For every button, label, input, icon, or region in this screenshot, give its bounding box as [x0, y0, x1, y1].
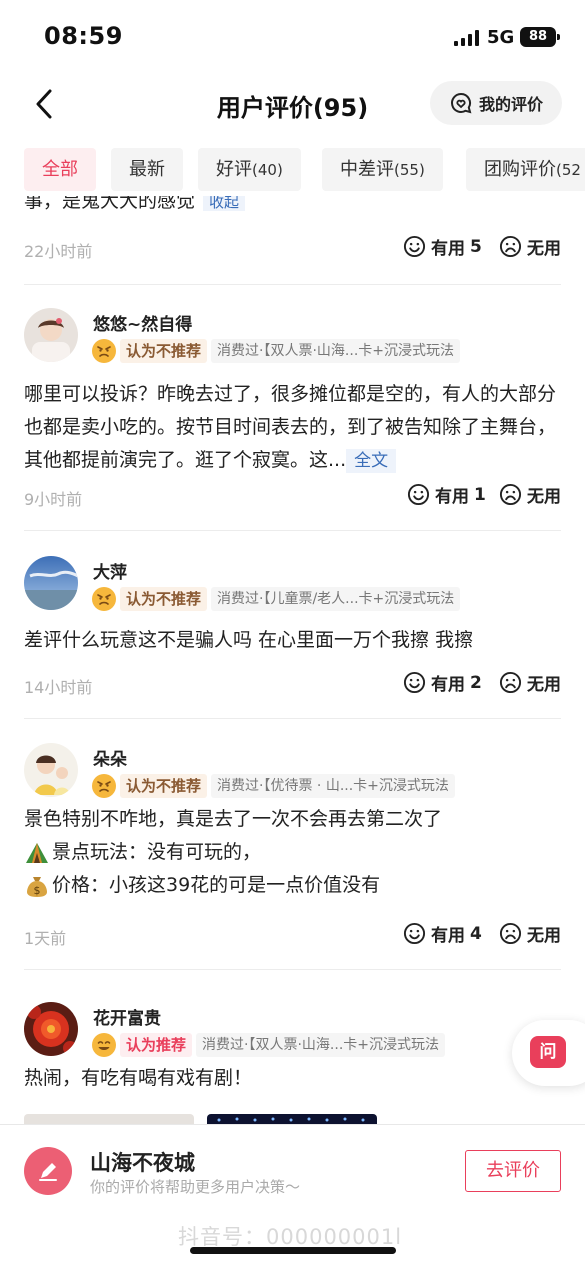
svg-text:$: $ [34, 884, 41, 897]
venue-icon [24, 1147, 72, 1195]
fulltext-link[interactable]: 全文 [346, 449, 397, 473]
consumed-product[interactable]: 消费过·【双人票·山海...卡+沉浸式玩法 [211, 339, 460, 363]
useful-button[interactable]: 有用 1 [407, 482, 486, 507]
venue-subtitle: 你的评价将帮助更多用户决策～ [90, 1178, 301, 1196]
review-text[interactable]: 哪里可以投诉？昨晚去过了，很多摊位都是空的，有人的大部分也都是卖小吃的。按节目时… [24, 378, 561, 478]
recommendation-row: 认为不推荐 消费过·【儿童票/老人...卡+沉浸式玩法 [92, 587, 461, 611]
review-photo[interactable] [24, 1114, 194, 1124]
tab-latest[interactable]: 最新 [111, 148, 183, 191]
ask-icon: 问 [530, 1036, 566, 1068]
frown-icon [499, 483, 522, 506]
recommendation-row: 认为不推荐 消费过·【优待票 · 山...卡+沉浸式玩法 [92, 774, 455, 798]
user-name[interactable]: 花开富贵 [93, 1004, 161, 1029]
frown-icon [499, 922, 522, 945]
home-indicator[interactable] [190, 1247, 396, 1254]
divider [24, 530, 561, 531]
review-text[interactable]: 景色特别不咋地，真是去了一次不会再去第二次了 景点玩法：没有可玩的， $ 价格：… [24, 803, 561, 902]
user-name[interactable]: 朵朵 [93, 745, 127, 770]
angry-face-icon [92, 587, 116, 611]
review-text[interactable]: 差评什么玩意这不是骗人吗 在心里面一万个我擦 我擦 [24, 624, 561, 657]
write-review-button[interactable]: 去评价 [465, 1150, 561, 1192]
bottom-bar: 山海不夜城 你的评价将帮助更多用户决策～ 去评价 抖音号：000000001l [0, 1124, 585, 1266]
useless-button[interactable]: 无用 [499, 670, 561, 695]
pencil-icon [39, 1163, 57, 1181]
frown-icon [499, 235, 522, 258]
happy-face-icon [92, 1033, 116, 1057]
tab-positive[interactable]: 好评(40) [198, 148, 301, 191]
nav-bar: 用户评价(95) 我的评价 [0, 74, 585, 134]
angry-face-icon [92, 774, 116, 798]
avatar[interactable] [24, 743, 78, 797]
recommend-badge: 认为推荐 [120, 1033, 193, 1057]
review-feed[interactable]: 事，是鬼大大的感觉 收起 22小时前 有用 5 无用 悠悠~然自得 认为不推荐 消费… [0, 192, 585, 1124]
collapse-link[interactable]: 收起 [203, 196, 246, 211]
smile-icon [407, 483, 430, 506]
useful-button[interactable]: 有用 2 [403, 670, 482, 695]
user-name[interactable]: 悠悠~然自得 [93, 310, 192, 335]
user-name[interactable]: 大萍 [93, 558, 127, 583]
angry-face-icon [92, 339, 116, 363]
review-meta: 14小时前 有用 2 无用 [24, 670, 561, 698]
divider [24, 284, 561, 285]
recommend-badge: 认为不推荐 [120, 339, 208, 363]
consumed-product[interactable]: 消费过·【双人票·山海...卡+沉浸式玩法 [196, 1033, 445, 1057]
avatar[interactable] [24, 556, 78, 610]
avatar[interactable] [24, 308, 78, 362]
signal-icon [454, 30, 480, 46]
useless-button[interactable]: 无用 [499, 234, 561, 259]
frown-icon [499, 671, 522, 694]
time-ago: 14小时前 [24, 678, 93, 697]
review-text[interactable]: 热闹，有吃有喝有戏有剧！ [24, 1062, 561, 1095]
smile-icon [403, 671, 426, 694]
battery-icon: 88 [520, 27, 560, 47]
recommend-badge: 认为不推荐 [120, 774, 208, 798]
tent-icon [26, 842, 48, 863]
review-text-partial: 事，是鬼大大的感觉 收起 [24, 196, 246, 216]
review-meta: 9小时前 有用 1 无用 [24, 482, 561, 510]
review-meta: 22小时前 有用 5 无用 [24, 234, 561, 262]
consumed-product[interactable]: 消费过·【优待票 · 山...卡+沉浸式玩法 [211, 774, 455, 798]
smile-icon [403, 922, 426, 945]
time-ago: 22小时前 [24, 242, 93, 261]
tab-group-buy[interactable]: 团购评价(52 [466, 148, 585, 191]
useful-button[interactable]: 有用 4 [403, 921, 482, 946]
filter-tabs: 全部 最新 好评(40) 中差评(55) 团购评价(52 [0, 148, 585, 192]
smile-icon [403, 235, 426, 258]
my-review-label: 我的评价 [478, 95, 543, 114]
recommend-badge: 认为不推荐 [120, 587, 208, 611]
divider [24, 969, 561, 970]
recommendation-row: 认为不推荐 消费过·【双人票·山海...卡+沉浸式玩法 [92, 339, 460, 363]
tab-all[interactable]: 全部 [24, 148, 96, 191]
status-bar: 08:59 5G 88 [0, 0, 585, 70]
useless-button[interactable]: 无用 [499, 921, 561, 946]
heart-chat-icon [451, 92, 472, 114]
consumed-product[interactable]: 消费过·【儿童票/老人...卡+沉浸式玩法 [211, 587, 461, 611]
network-label: 5G [487, 27, 515, 48]
status-time: 08:59 [44, 22, 123, 50]
useless-button[interactable]: 无用 [499, 482, 561, 507]
useful-button[interactable]: 有用 5 [403, 234, 482, 259]
tab-negative[interactable]: 中差评(55) [322, 148, 443, 191]
money-bag-icon: $ [27, 876, 47, 897]
time-ago: 1天前 [24, 929, 67, 948]
time-ago: 9小时前 [24, 490, 83, 509]
venue-name: 山海不夜城 [90, 1151, 195, 1175]
divider [24, 718, 561, 719]
ask-button[interactable]: 问 [512, 1020, 585, 1086]
avatar[interactable] [24, 1002, 78, 1056]
my-review-button[interactable]: 我的评价 [430, 81, 562, 125]
review-meta: 1天前 有用 4 无用 [24, 921, 561, 949]
recommendation-row: 认为推荐 消费过·【双人票·山海...卡+沉浸式玩法 [92, 1033, 445, 1057]
review-photo[interactable] [207, 1114, 377, 1124]
